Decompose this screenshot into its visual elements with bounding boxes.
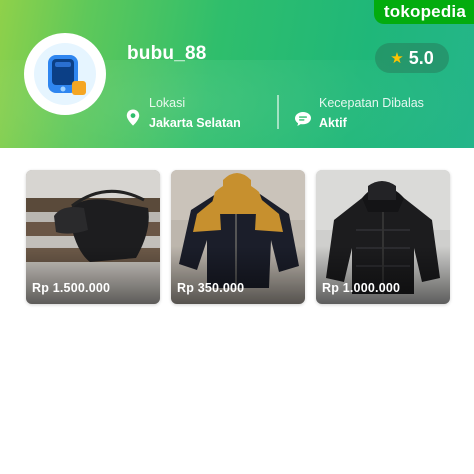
rating-value: 5.0: [408, 47, 434, 68]
response-label: Kecepatan Dibalas: [319, 96, 424, 110]
location-pin-icon: [126, 109, 140, 126]
product-card-jacket-tan[interactable]: Rp 350.000: [171, 170, 305, 304]
price-overlay: [171, 246, 305, 304]
product-price: Rp 1.500.000: [32, 281, 111, 295]
product-price: Rp 350.000: [177, 281, 245, 295]
product-price: Rp 1.000.000: [322, 281, 401, 295]
star-icon: ★: [390, 49, 404, 67]
location-value: Jakarta Selatan: [149, 116, 241, 130]
info-divider: [277, 95, 279, 129]
location-label: Lokasi: [149, 96, 186, 110]
product-card-bag[interactable]: Rp 1.500.000: [26, 170, 160, 304]
location-info: Lokasi Jakarta Selatan: [149, 96, 241, 130]
store-app-icon: [34, 43, 96, 105]
response-value: Aktif: [319, 116, 347, 130]
rating-badge: ★ 5.0: [375, 43, 449, 73]
price-overlay: [316, 246, 450, 304]
tokopedia-logo[interactable]: tokopedia: [373, 0, 474, 24]
product-card-jacket-black[interactable]: Rp 1.000.000: [316, 170, 450, 304]
shop-avatar[interactable]: [24, 33, 106, 115]
chat-bubble-icon: [295, 112, 311, 126]
price-overlay: [26, 246, 160, 304]
response-info: Kecepatan Dibalas Aktif: [319, 96, 424, 130]
shop-name[interactable]: bubu_88: [127, 43, 207, 65]
